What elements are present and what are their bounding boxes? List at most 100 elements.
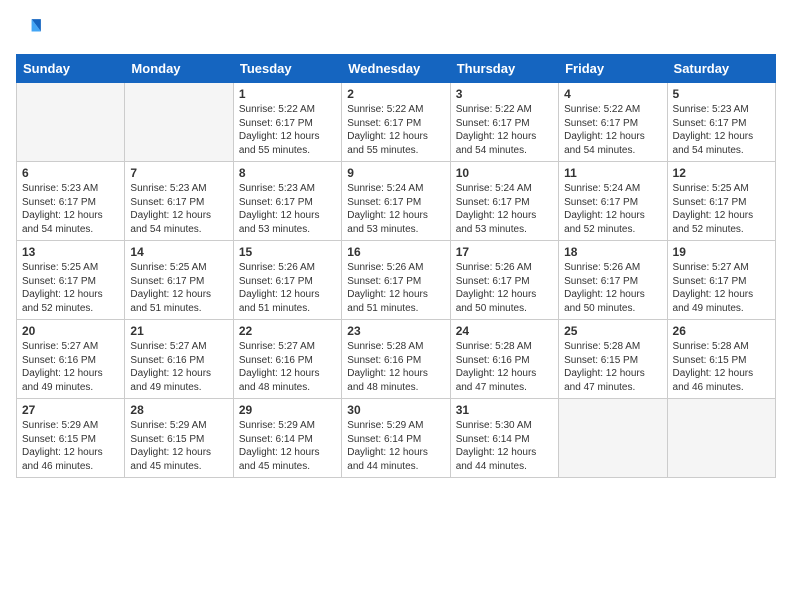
day-info: Sunrise: 5:22 AMSunset: 6:17 PMDaylight:… <box>347 103 444 157</box>
day-number: 11 <box>564 166 661 180</box>
day-number: 27 <box>22 403 119 417</box>
calendar-day: 15 Sunrise: 5:26 AMSunset: 6:17 PMDayligh… <box>233 241 341 320</box>
day-info: Sunrise: 5:26 AMSunset: 6:17 PMDaylight:… <box>239 261 336 315</box>
day-number: 18 <box>564 245 661 259</box>
calendar-day: 27 Sunrise: 5:29 AMSunset: 6:15 PMDayligh… <box>17 399 125 478</box>
day-info: Sunrise: 5:26 AMSunset: 6:17 PMDaylight:… <box>347 261 444 315</box>
day-number: 15 <box>239 245 336 259</box>
day-number: 19 <box>673 245 770 259</box>
calendar-day: 23 Sunrise: 5:28 AMSunset: 6:16 PMDayligh… <box>342 320 450 399</box>
day-number: 24 <box>456 324 553 338</box>
logo <box>16 16 48 44</box>
day-number: 29 <box>239 403 336 417</box>
calendar-day: 13 Sunrise: 5:25 AMSunset: 6:17 PMDayligh… <box>17 241 125 320</box>
calendar-week-row: 1 Sunrise: 5:22 AMSunset: 6:17 PMDaylight… <box>17 83 776 162</box>
day-info: Sunrise: 5:25 AMSunset: 6:17 PMDaylight:… <box>673 182 770 236</box>
calendar-day: 5 Sunrise: 5:23 AMSunset: 6:17 PMDaylight… <box>667 83 775 162</box>
day-info: Sunrise: 5:27 AMSunset: 6:17 PMDaylight:… <box>673 261 770 315</box>
day-number: 9 <box>347 166 444 180</box>
calendar-day: 19 Sunrise: 5:27 AMSunset: 6:17 PMDayligh… <box>667 241 775 320</box>
day-info: Sunrise: 5:26 AMSunset: 6:17 PMDaylight:… <box>564 261 661 315</box>
day-number: 31 <box>456 403 553 417</box>
day-info: Sunrise: 5:23 AMSunset: 6:17 PMDaylight:… <box>130 182 227 236</box>
calendar-header-row: SundayMondayTuesdayWednesdayThursdayFrid… <box>17 55 776 83</box>
calendar-header-saturday: Saturday <box>667 55 775 83</box>
calendar-day: 31Sunrise: 5:30 AMSunset: 6:14 PMDayligh… <box>450 399 558 478</box>
calendar-day: 29Sunrise: 5:29 AMSunset: 6:14 PMDayligh… <box>233 399 341 478</box>
calendar-table: SundayMondayTuesdayWednesdayThursdayFrid… <box>16 54 776 478</box>
calendar-week-row: 20 Sunrise: 5:27 AMSunset: 6:16 PMDayligh… <box>17 320 776 399</box>
day-info: Sunrise: 5:22 AMSunset: 6:17 PMDaylight:… <box>456 103 553 157</box>
day-info: Sunrise: 5:27 AMSunset: 6:16 PMDaylight:… <box>130 340 227 394</box>
calendar-week-row: 27 Sunrise: 5:29 AMSunset: 6:15 PMDayligh… <box>17 399 776 478</box>
calendar-header-sunday: Sunday <box>17 55 125 83</box>
calendar-day: 2 Sunrise: 5:22 AMSunset: 6:17 PMDaylight… <box>342 83 450 162</box>
calendar-week-row: 13 Sunrise: 5:25 AMSunset: 6:17 PMDayligh… <box>17 241 776 320</box>
day-info: Sunrise: 5:27 AMSunset: 6:16 PMDaylight:… <box>22 340 119 394</box>
day-number: 6 <box>22 166 119 180</box>
day-number: 1 <box>239 87 336 101</box>
calendar-day: 8Sunrise: 5:23 AMSunset: 6:17 PMDaylight… <box>233 162 341 241</box>
day-info: Sunrise: 5:25 AMSunset: 6:17 PMDaylight:… <box>22 261 119 315</box>
calendar-header-monday: Monday <box>125 55 233 83</box>
calendar-header-wednesday: Wednesday <box>342 55 450 83</box>
day-number: 28 <box>130 403 227 417</box>
calendar-day: 22 Sunrise: 5:27 AMSunset: 6:16 PMDayligh… <box>233 320 341 399</box>
day-number: 16 <box>347 245 444 259</box>
day-number: 12 <box>673 166 770 180</box>
calendar-day <box>559 399 667 478</box>
day-number: 17 <box>456 245 553 259</box>
day-number: 22 <box>239 324 336 338</box>
logo-icon <box>16 16 44 44</box>
calendar-day <box>125 83 233 162</box>
day-info: Sunrise: 5:29 AMSunset: 6:15 PMDaylight:… <box>130 419 227 473</box>
day-number: 7 <box>130 166 227 180</box>
day-info: Sunrise: 5:24 AMSunset: 6:17 PMDaylight:… <box>564 182 661 236</box>
day-number: 30 <box>347 403 444 417</box>
calendar-day <box>667 399 775 478</box>
day-info: Sunrise: 5:23 AMSunset: 6:17 PMDaylight:… <box>673 103 770 157</box>
day-number: 3 <box>456 87 553 101</box>
calendar-day <box>17 83 125 162</box>
calendar-day: 28 Sunrise: 5:29 AMSunset: 6:15 PMDayligh… <box>125 399 233 478</box>
day-number: 25 <box>564 324 661 338</box>
day-info: Sunrise: 5:23 AMSunset: 6:17 PMDaylight:… <box>239 182 336 236</box>
calendar-day: 3 Sunrise: 5:22 AMSunset: 6:17 PMDaylight… <box>450 83 558 162</box>
day-info: Sunrise: 5:28 AMSunset: 6:16 PMDaylight:… <box>347 340 444 394</box>
calendar-day: 17Sunrise: 5:26 AMSunset: 6:17 PMDayligh… <box>450 241 558 320</box>
calendar-day: 26 Sunrise: 5:28 AMSunset: 6:15 PMDayligh… <box>667 320 775 399</box>
calendar-day: 20 Sunrise: 5:27 AMSunset: 6:16 PMDayligh… <box>17 320 125 399</box>
calendar-day: 21 Sunrise: 5:27 AMSunset: 6:16 PMDayligh… <box>125 320 233 399</box>
day-number: 14 <box>130 245 227 259</box>
calendar-day: 18 Sunrise: 5:26 AMSunset: 6:17 PMDayligh… <box>559 241 667 320</box>
day-info: Sunrise: 5:22 AMSunset: 6:17 PMDaylight:… <box>239 103 336 157</box>
calendar-day: 14 Sunrise: 5:25 AMSunset: 6:17 PMDayligh… <box>125 241 233 320</box>
calendar-day: 16 Sunrise: 5:26 AMSunset: 6:17 PMDayligh… <box>342 241 450 320</box>
calendar-body: 1 Sunrise: 5:22 AMSunset: 6:17 PMDaylight… <box>17 83 776 478</box>
day-info: Sunrise: 5:27 AMSunset: 6:16 PMDaylight:… <box>239 340 336 394</box>
day-number: 20 <box>22 324 119 338</box>
calendar-day: 7 Sunrise: 5:23 AMSunset: 6:17 PMDaylight… <box>125 162 233 241</box>
day-number: 5 <box>673 87 770 101</box>
calendar-day: 11 Sunrise: 5:24 AMSunset: 6:17 PMDayligh… <box>559 162 667 241</box>
day-number: 13 <box>22 245 119 259</box>
day-number: 26 <box>673 324 770 338</box>
page-header <box>16 16 776 44</box>
calendar-header-tuesday: Tuesday <box>233 55 341 83</box>
day-info: Sunrise: 5:29 AMSunset: 6:15 PMDaylight:… <box>22 419 119 473</box>
day-number: 23 <box>347 324 444 338</box>
calendar-header-thursday: Thursday <box>450 55 558 83</box>
day-info: Sunrise: 5:28 AMSunset: 6:15 PMDaylight:… <box>564 340 661 394</box>
day-info: Sunrise: 5:25 AMSunset: 6:17 PMDaylight:… <box>130 261 227 315</box>
calendar-day: 1 Sunrise: 5:22 AMSunset: 6:17 PMDaylight… <box>233 83 341 162</box>
day-number: 2 <box>347 87 444 101</box>
calendar-day: 25 Sunrise: 5:28 AMSunset: 6:15 PMDayligh… <box>559 320 667 399</box>
day-number: 4 <box>564 87 661 101</box>
day-number: 21 <box>130 324 227 338</box>
calendar-day: 30Sunrise: 5:29 AMSunset: 6:14 PMDayligh… <box>342 399 450 478</box>
calendar-day: 4Sunrise: 5:22 AMSunset: 6:17 PMDaylight… <box>559 83 667 162</box>
day-info: Sunrise: 5:28 AMSunset: 6:15 PMDaylight:… <box>673 340 770 394</box>
day-info: Sunrise: 5:24 AMSunset: 6:17 PMDaylight:… <box>456 182 553 236</box>
calendar-week-row: 6 Sunrise: 5:23 AMSunset: 6:17 PMDaylight… <box>17 162 776 241</box>
day-info: Sunrise: 5:28 AMSunset: 6:16 PMDaylight:… <box>456 340 553 394</box>
